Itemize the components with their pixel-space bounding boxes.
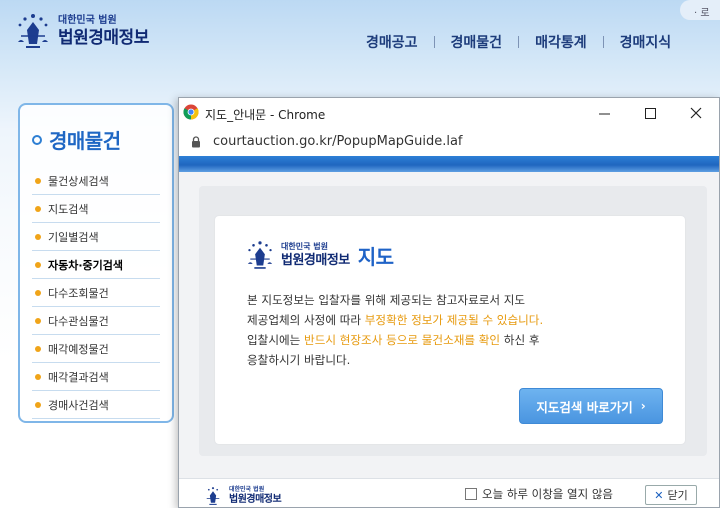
guide-check-highlight: 반드시 현장조사 등으로 물건소재를 확인	[304, 333, 501, 347]
lock-icon	[192, 136, 200, 148]
title-bullet-icon	[32, 134, 42, 145]
popup-content: 대한민국 법원 법원경매정보 지도 본 지도정보는 입찰자를 위해 제공되는 참…	[179, 172, 719, 478]
left-menu-item-sale-results[interactable]: 매각결과검색	[32, 363, 160, 391]
left-menu-item-scheduled-sale[interactable]: 매각예정물건	[32, 335, 160, 363]
go-map-search-label: 지도검색 바로가기	[536, 399, 633, 415]
left-menu-item-most-interested[interactable]: 다수관심물건	[32, 307, 160, 335]
top-utility-link[interactable]: · 로	[680, 0, 720, 20]
go-map-search-button[interactable]: 지도검색 바로가기 ›	[519, 388, 663, 424]
guide-line-2-prefix: 제공업체의 사정에 따라	[247, 313, 365, 327]
left-menu-title-text: 경매물건	[49, 129, 121, 153]
guide-line-3-prefix: 입찰시에는	[247, 333, 305, 347]
gnb-item-sale-statistics[interactable]: 매각통계	[519, 32, 603, 52]
bullet-icon	[35, 261, 41, 268]
address-bar[interactable]: courtauction.go.kr/PopupMapGuide.laf	[179, 128, 719, 156]
left-menu-item-map-search[interactable]: 지도검색	[32, 195, 160, 223]
logo-title: 법원경매정보	[58, 27, 149, 48]
url-text: courtauction.go.kr/PopupMapGuide.laf	[213, 134, 463, 149]
footer-logo: 대한민국 법원 법원경매정보	[201, 485, 282, 507]
site-header: 대한민국 법원 법원경매정보 · 로 경매공고 경매물건 매각통계 경매지식	[0, 0, 720, 80]
close-icon	[690, 107, 702, 119]
global-nav: 경매공고 경매물건 매각통계 경매지식	[350, 32, 687, 52]
menu-item-label: 지도검색	[48, 202, 89, 216]
dont-open-today-label[interactable]: 오늘 하루 이창을 열지 않음	[482, 486, 613, 502]
logo-title: 법원경매정보	[229, 494, 282, 505]
left-menu-item-detail-search[interactable]: 물건상세검색	[32, 167, 160, 195]
map-guide-popup-window: 지도_안내문 - Chrome courtauction.go.kr/Popup…	[178, 97, 720, 508]
close-popup-label: 닫기	[667, 489, 688, 502]
guide-line-1: 본 지도정보는 입찰자를 위해 제공되는 참고자료로서 지도	[247, 293, 526, 307]
left-menu-item-date-search[interactable]: 기일별검색	[32, 223, 160, 251]
bullet-icon	[35, 373, 41, 380]
guide-container: 대한민국 법원 법원경매정보 지도 본 지도정보는 입찰자를 위해 제공되는 참…	[199, 186, 707, 456]
window-title: 지도_안내문 - Chrome	[205, 108, 326, 122]
menu-item-label: 매각예정물건	[48, 342, 109, 356]
court-emblem-icon	[247, 241, 273, 269]
bullet-icon	[35, 317, 41, 324]
left-menu-title: 경매물건	[32, 125, 121, 154]
gnb-item-auction-notice[interactable]: 경매공고	[350, 32, 434, 52]
bullet-icon	[35, 401, 41, 408]
menu-item-label: 경매사건검색	[48, 398, 109, 412]
maximize-icon	[644, 107, 656, 119]
chevron-right-icon: ›	[640, 399, 646, 413]
guide-line-3: 입찰시에는 반드시 현장조사 등으로 물건소재를 확인 하신 후	[247, 330, 677, 350]
logo-subtitle: 대한민국 법원	[281, 242, 328, 251]
court-emblem-icon	[18, 14, 48, 48]
bullet-icon	[35, 345, 41, 352]
guide-line-4: 응찰하시기 바랍니다.	[247, 353, 351, 367]
bullet-icon	[35, 233, 41, 240]
minimize-icon	[598, 113, 610, 114]
menu-item-label: 다수조회물건	[48, 286, 109, 300]
card-logo: 대한민국 법원 법원경매정보 지도	[243, 238, 394, 272]
bullet-icon	[35, 205, 41, 212]
guide-line-3-suffix: 하신 후	[500, 333, 540, 347]
logo-title: 법원경매정보	[281, 253, 350, 268]
minimize-button[interactable]	[581, 98, 627, 128]
popup-header-band	[179, 156, 719, 172]
map-heading: 지도	[357, 244, 394, 269]
menu-item-label: 기일별검색	[48, 230, 99, 244]
menu-item-label: 다수관심물건	[48, 314, 109, 328]
chrome-icon	[183, 104, 199, 120]
left-menu-item-most-viewed[interactable]: 다수조회물건	[32, 279, 160, 307]
left-menu: 경매물건 물건상세검색 지도검색 기일별검색 자동차·중기검색 다수조회물건 다…	[18, 103, 174, 423]
left-menu-item-case-search[interactable]: 경매사건검색	[32, 391, 160, 419]
guide-line-2: 제공업체의 사정에 따라 부정확한 정보가 제공될 수 있습니다.	[247, 310, 677, 330]
dont-open-today-checkbox[interactable]	[465, 488, 477, 500]
close-popup-button[interactable]: ✕ 닫기	[645, 485, 697, 505]
court-emblem-icon	[206, 487, 220, 505]
menu-item-label: 물건상세검색	[48, 174, 109, 188]
bullet-icon	[35, 177, 41, 184]
guide-warning-highlight: 부정확한 정보가 제공될 수 있습니다.	[364, 313, 544, 327]
left-menu-list: 물건상세검색 지도검색 기일별검색 자동차·중기검색 다수조회물건 다수관심물건…	[32, 167, 160, 419]
guide-text: 본 지도정보는 입찰자를 위해 제공되는 참고자료로서 지도 제공업체의 사정에…	[247, 290, 677, 370]
window-titlebar[interactable]: 지도_안내문 - Chrome	[179, 98, 719, 128]
popup-footer: 대한민국 법원 법원경매정보 오늘 하루 이창을 열지 않음 ✕ 닫기	[179, 478, 719, 507]
window-close-button[interactable]	[673, 98, 719, 128]
maximize-button[interactable]	[627, 98, 673, 128]
site-logo[interactable]: 대한민국 법원 법원경매정보	[12, 10, 149, 52]
close-icon: ✕	[654, 488, 664, 502]
gnb-item-auction-knowledge[interactable]: 경매지식	[604, 32, 688, 52]
left-menu-item-vehicle-search[interactable]: 자동차·중기검색	[32, 251, 160, 279]
logo-subtitle: 대한민국 법원	[229, 486, 265, 493]
guide-card: 대한민국 법원 법원경매정보 지도 본 지도정보는 입찰자를 위해 제공되는 참…	[215, 216, 685, 444]
logo-subtitle: 대한민국 법원	[58, 14, 117, 26]
menu-item-label: 자동차·중기검색	[48, 258, 124, 272]
gnb-item-auction-items[interactable]: 경매물건	[435, 32, 519, 52]
bullet-icon	[35, 289, 41, 296]
menu-item-label: 매각결과검색	[48, 370, 109, 384]
